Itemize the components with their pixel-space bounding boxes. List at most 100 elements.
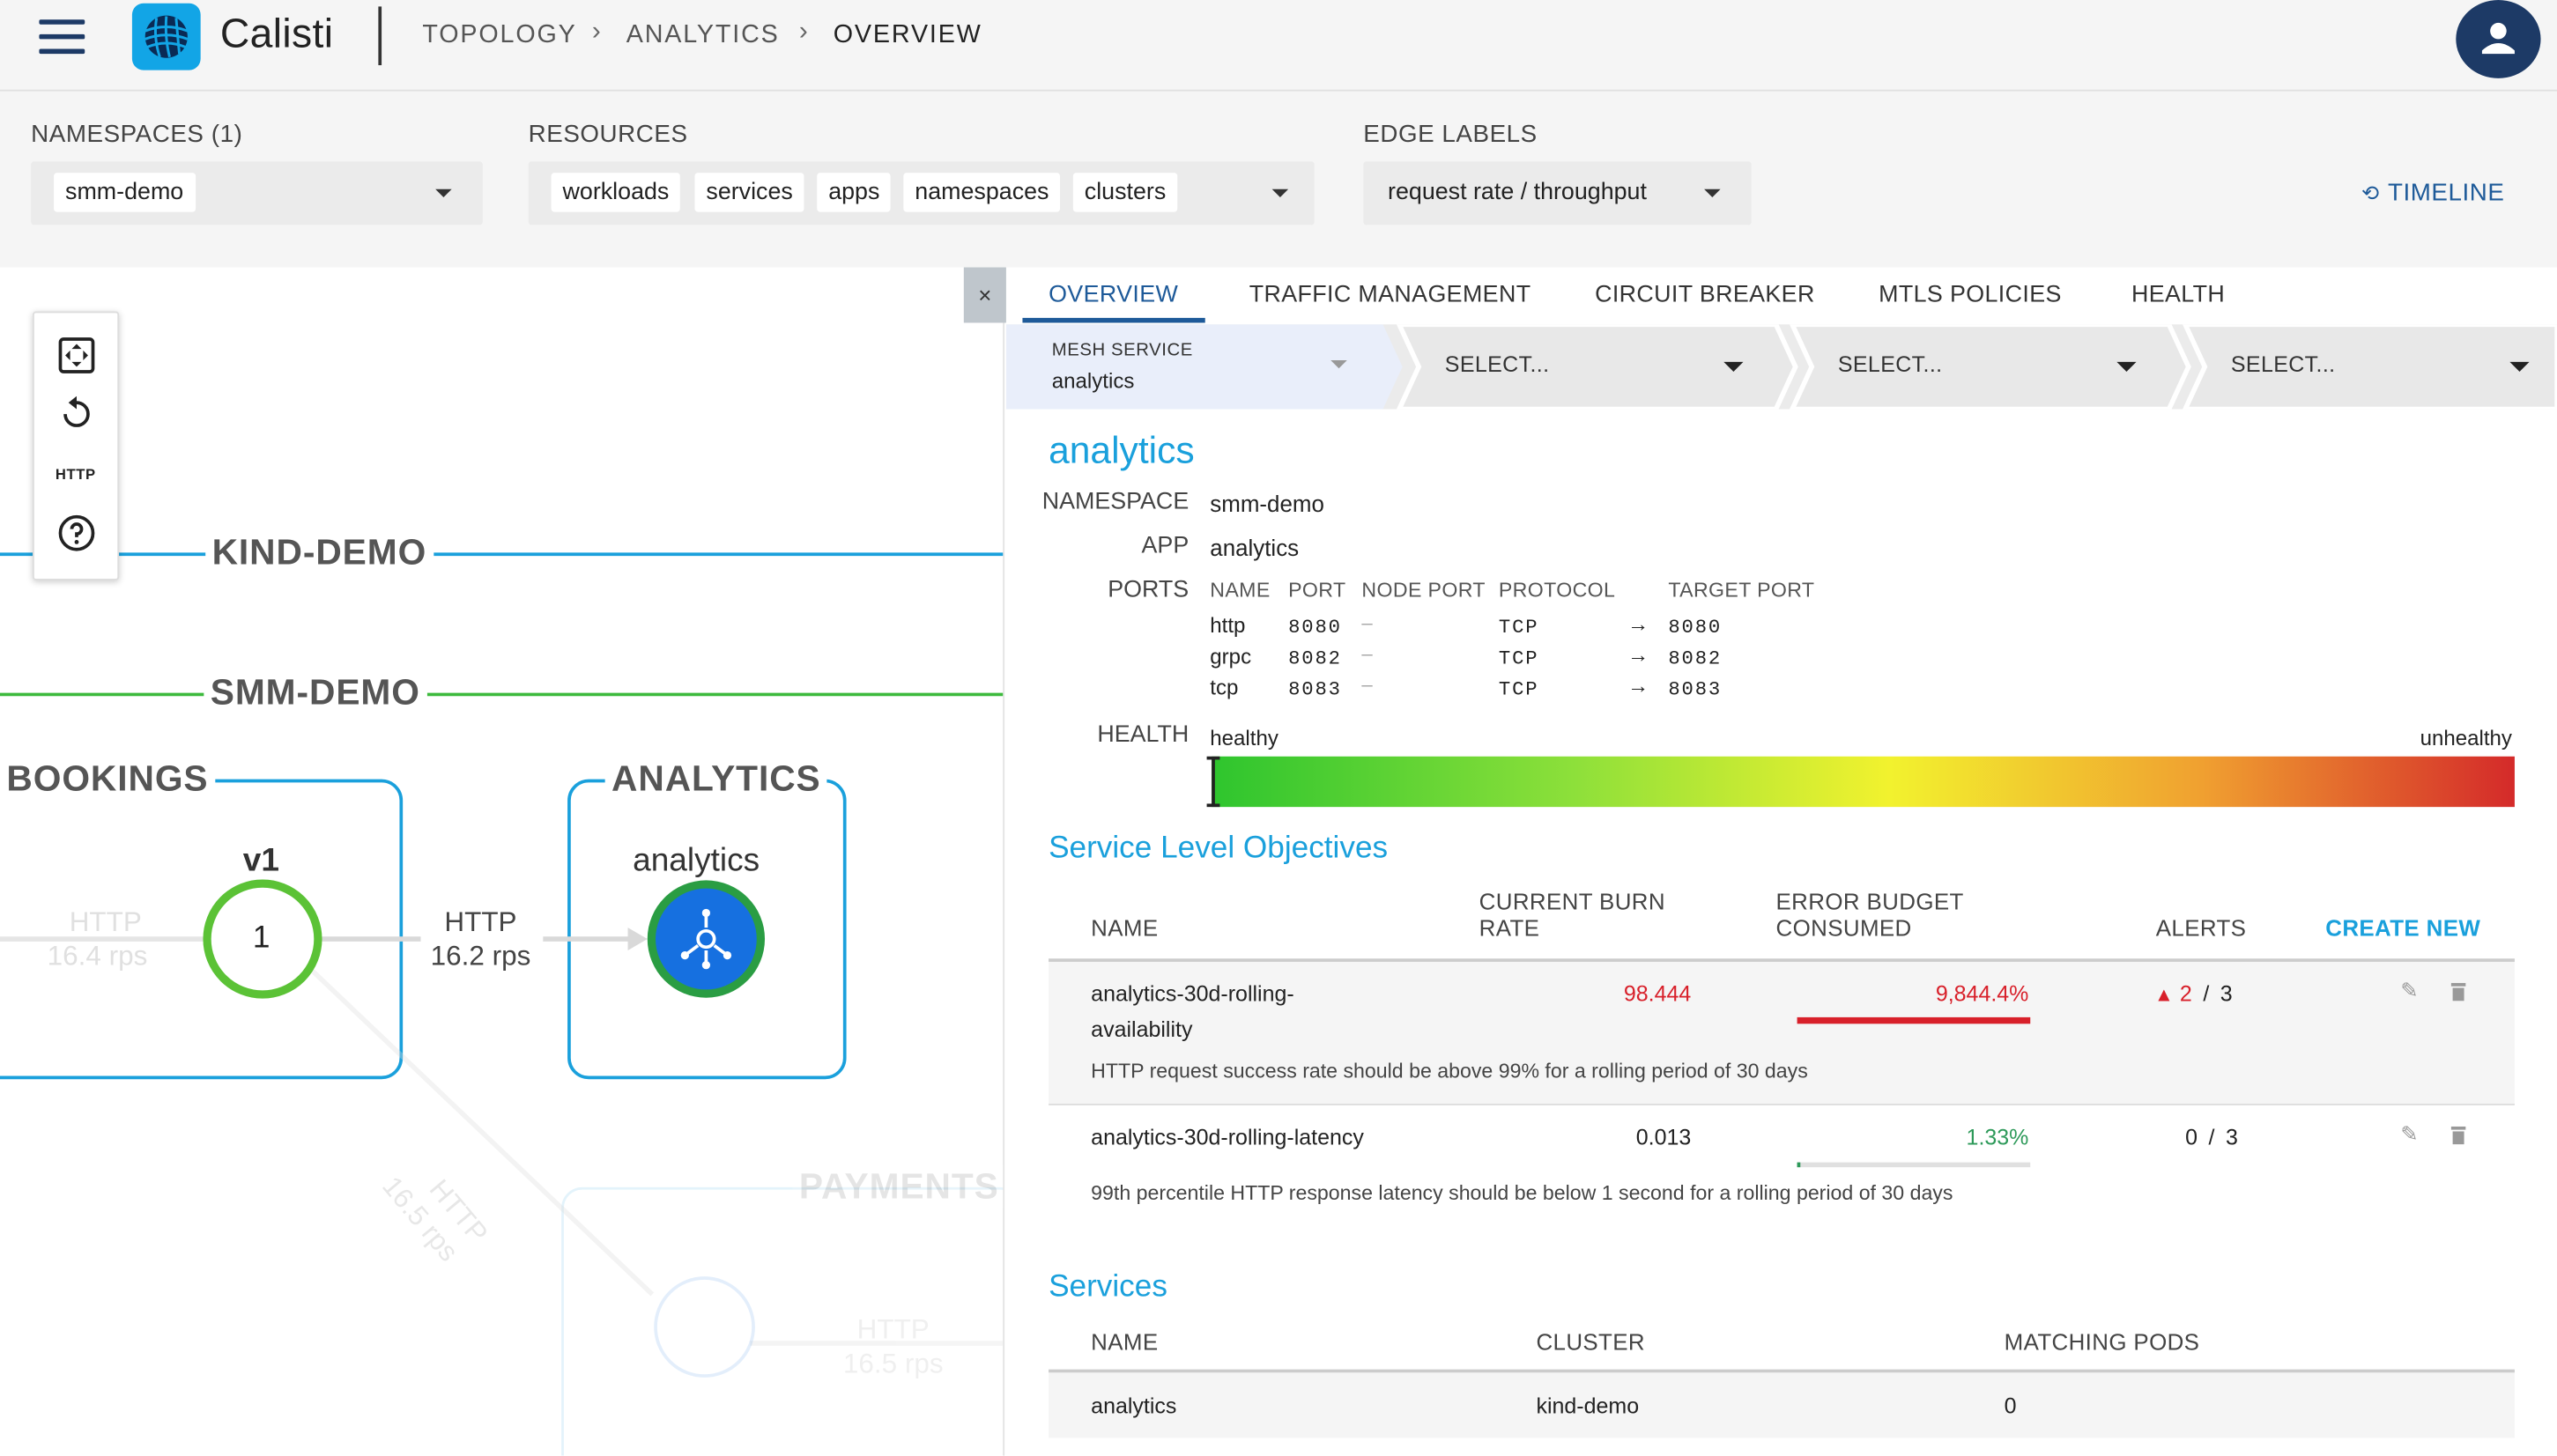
chevron-down-icon <box>2116 361 2137 372</box>
port-protocol: TCP <box>1498 677 1539 701</box>
health-max-label: unhealthy <box>2420 725 2512 750</box>
tab-overview[interactable]: OVERVIEW <box>1049 282 1178 308</box>
namespace-key: NAMESPACE <box>1041 489 1190 515</box>
target-port: 8082 <box>1668 647 1723 670</box>
chevron-down-icon <box>2509 361 2530 372</box>
port-protocol: TCP <box>1498 616 1539 639</box>
app-key: APP <box>1141 533 1190 559</box>
slo-budget-track <box>1797 1016 2031 1024</box>
bookings-group-label: BOOKINGS <box>0 758 215 801</box>
breadcrumb-analytics[interactable]: ANALYTICS <box>626 21 780 50</box>
divider <box>1049 1103 2515 1105</box>
timeline-button[interactable]: ⟲ TIMELINE <box>2361 180 2504 207</box>
resource-chip-services[interactable]: services <box>694 173 804 212</box>
breadcrumb-topology[interactable]: TOPOLOGY <box>422 21 576 50</box>
arrow-right-icon: → <box>1627 673 1649 698</box>
resources-label: RESOURCES <box>528 120 688 149</box>
tab-circuit-breaker[interactable]: CIRCUIT BREAKER <box>1595 282 1815 308</box>
slo-name-cont: availability <box>1091 1016 1193 1042</box>
ports-key: PORTS <box>1108 577 1190 603</box>
slo-budget-fill <box>1797 1162 1801 1168</box>
selector-3[interactable]: SELECT... <box>1838 352 1943 377</box>
namespace-label: SMM-DEMO <box>204 671 427 714</box>
namespaces-select[interactable]: smm-demo <box>31 161 483 225</box>
edge-labels-select[interactable]: request rate / throughput <box>1363 161 1752 225</box>
selector-2[interactable]: SELECT... <box>1445 352 1550 377</box>
create-slo-button[interactable]: CREATE NEW <box>2325 914 2480 941</box>
slo-alerts: ▲ 2 / 3 <box>2153 981 2233 1006</box>
port-protocol: TCP <box>1498 647 1539 670</box>
slo-name[interactable]: analytics-30d-rolling-latency <box>1091 1125 1364 1149</box>
graph-toolbar: HTTP <box>33 311 120 580</box>
details-panel: OVERVIEW TRAFFIC MANAGEMENT CIRCUIT BREA… <box>1005 267 2557 1456</box>
http-protocol-toggle[interactable]: HTTP <box>56 466 96 483</box>
mesh-service-label: MESH SERVICE <box>1051 340 1193 361</box>
services-section-title: Services <box>1049 1269 1167 1304</box>
hamburger-menu-icon[interactable] <box>39 19 85 55</box>
fit-to-screen-icon[interactable] <box>57 336 96 374</box>
help-icon[interactable] <box>57 514 96 552</box>
filter-bar: NAMESPACES (1) smm-demo RESOURCES worklo… <box>0 91 2557 268</box>
resources-select[interactable]: workloads services apps namespaces clust… <box>528 161 1315 225</box>
node-port: – <box>1361 642 1373 666</box>
slo-burn-rate: 0.013 <box>1635 1125 1692 1149</box>
slo-description: HTTP request success rate should be abov… <box>1091 1060 1808 1083</box>
edge-labels-value: request rate / throughput <box>1388 179 1647 206</box>
slo-budget-track <box>1797 1162 2031 1168</box>
breadcrumb-overview: OVERVIEW <box>833 21 982 49</box>
resource-chip-clusters[interactable]: clusters <box>1072 173 1178 212</box>
delete-icon[interactable] <box>2450 979 2466 1001</box>
services-table-row[interactable] <box>1049 1372 2515 1438</box>
selector-4[interactable]: SELECT... <box>2231 352 2336 377</box>
edge-labels-label: EDGE LABELS <box>1363 120 1538 149</box>
close-panel-button[interactable]: × <box>963 267 1006 323</box>
topology-graph <box>0 552 1004 1456</box>
slo-burn-rate: 98.444 <box>1623 981 1692 1006</box>
health-gradient-bar <box>1206 756 2515 808</box>
port-name: http <box>1210 612 1246 638</box>
tab-health[interactable]: HEALTH <box>2131 282 2225 308</box>
ports-header-protocol: PROTOCOL <box>1498 579 1616 602</box>
target-port: 8083 <box>1668 677 1723 701</box>
resource-chip-namespaces[interactable]: namespaces <box>903 173 1061 212</box>
chevron-down-icon <box>1723 361 1744 372</box>
port-name: grpc <box>1210 644 1252 669</box>
edge-label[interactable]: HTTP 16.2 rps <box>431 905 531 973</box>
service-mesh-icon[interactable] <box>673 906 738 972</box>
slo-header-burn-rate: CURRENT BURN RATE <box>1479 888 1665 941</box>
service-row-cluster: kind-demo <box>1536 1393 1640 1419</box>
ports-header-name: NAME <box>1210 579 1271 602</box>
slo-budget-value: 1.33% <box>1966 1125 2029 1149</box>
resource-chip-workloads[interactable]: workloads <box>551 173 681 212</box>
delete-icon[interactable] <box>2450 1123 2466 1145</box>
slo-alerts: 0 / 3 <box>2185 1125 2238 1149</box>
port-name: tcp <box>1210 675 1239 699</box>
chevron-down-icon <box>435 188 452 197</box>
app-name: Calisti <box>219 11 334 57</box>
top-header: Calisti TOPOLOGY › ANALYTICS › OVERVIEW <box>0 0 2557 92</box>
payments-group-label: PAYMENTS <box>792 1165 1004 1208</box>
slo-header-name: NAME <box>1091 914 1159 941</box>
slo-section-title: Service Level Objectives <box>1049 831 1389 866</box>
analytics-group-label: ANALYTICS <box>604 758 828 801</box>
target-port: 8080 <box>1668 616 1723 639</box>
slo-name: analytics-30d-rolling- <box>1091 981 1294 1006</box>
resource-chip-apps[interactable]: apps <box>817 173 892 212</box>
node-port: – <box>1361 611 1373 634</box>
reset-layout-icon[interactable] <box>59 395 95 432</box>
tab-traffic-management[interactable]: TRAFFIC MANAGEMENT <box>1249 282 1531 308</box>
edit-icon[interactable]: ✎ <box>2400 1121 2418 1148</box>
slo-budget-value: 9,844.4% <box>1935 981 2029 1006</box>
pod-count[interactable]: 1 <box>253 921 271 957</box>
service-row-name: analytics <box>1091 1393 1177 1419</box>
resource-selector-bar: MESH SERVICE analytics SELECT... SELECT.… <box>1005 324 2557 410</box>
app-value: analytics <box>1210 535 1300 561</box>
header-divider <box>378 6 382 66</box>
edit-icon[interactable]: ✎ <box>2400 978 2418 1004</box>
namespace-chip[interactable]: smm-demo <box>54 173 196 212</box>
topology-canvas[interactable]: HTTP KIND-DEMO SMM-DEMO BOOKINGS ANALYTI… <box>0 267 1005 1456</box>
mesh-service-select[interactable]: analytics <box>1052 368 1135 393</box>
health-key: HEALTH <box>1097 721 1190 749</box>
user-avatar-icon[interactable] <box>2456 0 2541 78</box>
tab-mtls-policies[interactable]: MTLS POLICIES <box>1879 282 2062 308</box>
